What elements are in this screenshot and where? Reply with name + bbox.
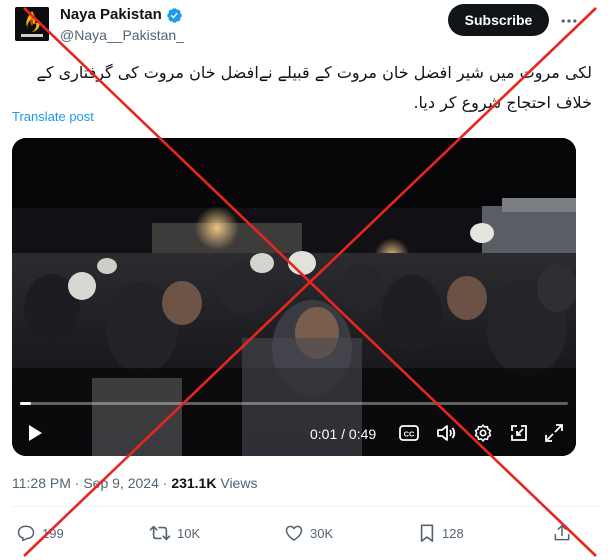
bookmark-icon	[420, 524, 434, 542]
reply-icon	[17, 525, 35, 542]
video-player[interactable]: 0:01 / 0:49 CC	[12, 138, 576, 456]
post-date[interactable]: Sep 9, 2024	[83, 475, 159, 491]
volume-icon	[437, 425, 456, 441]
verified-badge-icon	[166, 7, 182, 23]
minimize-button[interactable]	[508, 422, 530, 444]
views-label: Views	[216, 475, 258, 491]
tweet-page: Naya Pakistan @Naya__Pakistan_ Subscribe…	[0, 0, 611, 560]
naya-pakistan-logo-icon	[15, 7, 49, 41]
fullscreen-button[interactable]	[543, 422, 565, 444]
captions-button[interactable]: CC	[398, 422, 420, 444]
meta-separator: ·	[70, 475, 84, 491]
bookmark-count: 128	[442, 525, 464, 541]
subscribe-button[interactable]: Subscribe	[448, 4, 549, 36]
translate-post-link[interactable]: Translate post	[12, 108, 94, 126]
reply-count: 199	[42, 525, 64, 541]
play-icon	[29, 425, 42, 441]
author-name[interactable]: Naya Pakistan	[60, 5, 183, 25]
author-handle[interactable]: @Naya__Pakistan_	[60, 26, 184, 44]
repost-icon	[149, 525, 171, 541]
heart-icon	[285, 525, 303, 541]
video-progress-fill	[20, 402, 31, 405]
captions-icon: CC	[399, 425, 419, 441]
volume-button[interactable]	[435, 422, 457, 444]
video-progress-bar[interactable]	[20, 402, 568, 405]
avatar[interactable]	[15, 7, 49, 41]
author-name-text[interactable]: Naya Pakistan	[60, 5, 162, 25]
reply-button[interactable]: 199	[16, 522, 64, 544]
post-text: لکی مروت میں شیر افضل خان مروت کے قبیلے …	[36, 63, 592, 112]
video-frame	[12, 138, 576, 456]
minimize-icon	[511, 425, 527, 441]
more-options-icon	[561, 19, 577, 23]
like-count: 30K	[310, 525, 334, 541]
divider	[12, 506, 602, 507]
post-time[interactable]: 11:28 PM	[12, 475, 71, 491]
views-count: 231.1K	[171, 475, 217, 491]
like-button[interactable]: 30K	[284, 522, 333, 544]
svg-text:CC: CC	[404, 430, 415, 439]
tweet-meta: 11:28 PM · Sep 9, 2024 · 231.1K Views	[12, 474, 257, 492]
fullscreen-icon	[545, 424, 563, 442]
repost-count: 10K	[177, 525, 201, 541]
play-button[interactable]	[24, 422, 46, 444]
bookmark-button[interactable]: 128	[418, 522, 464, 544]
meta-separator: ·	[158, 475, 172, 491]
video-timecode: 0:01 / 0:49	[310, 426, 377, 442]
repost-button[interactable]: 10K	[149, 522, 200, 544]
settings-button[interactable]	[472, 422, 494, 444]
more-options-button[interactable]	[556, 8, 582, 34]
share-icon	[554, 524, 570, 541]
settings-icon	[474, 424, 492, 442]
share-button[interactable]	[552, 522, 572, 544]
